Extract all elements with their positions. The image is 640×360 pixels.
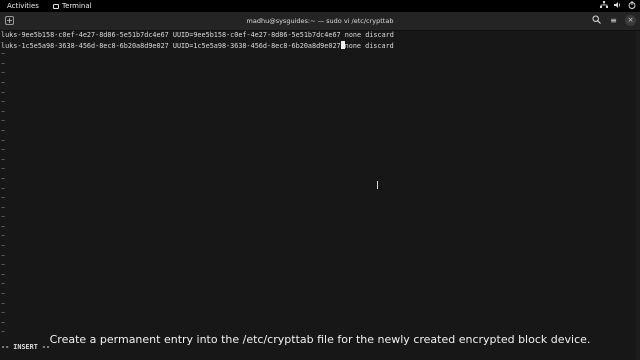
menu-button[interactable]: ≡ — [608, 15, 619, 26]
app-menu[interactable]: Terminal — [53, 2, 92, 10]
empty-line-tilde: ~ — [1, 107, 6, 116]
empty-line-tilde: ~ — [1, 50, 6, 59]
top-bar: Activities Terminal — [0, 0, 640, 12]
empty-line-tilde: ~ — [1, 242, 6, 251]
system-tray[interactable] — [600, 1, 636, 9]
empty-line-tilde: ~ — [1, 88, 6, 97]
empty-line-tilde: ~ — [1, 194, 6, 203]
empty-line-tilde: ~ — [1, 146, 6, 155]
empty-lines: ~ ~ ~ ~ ~ ~ ~ ~ ~ ~ ~ ~ ~ ~ ~ ~ ~ ~ ~ ~ ~ ~ ~ ~ ~ ~ ~ ~ ~ ~ — [0, 50, 640, 338]
empty-line-tilde: ~ — [1, 78, 6, 87]
empty-line-tilde: ~ — [1, 280, 6, 289]
empty-line-tilde: ~ — [1, 270, 6, 279]
empty-line-tilde: ~ — [1, 98, 6, 107]
terminal-content[interactable]: luks-9ee5b158-c0ef-4e27-8d86-5e51b7dc4e6… — [0, 31, 640, 360]
empty-line-tilde: ~ — [1, 213, 6, 222]
crypttab-line-2: luks-1c5e5a98-3638-456d-8ec8-6b20a8d9e02… — [0, 40, 640, 51]
empty-line-tilde: ~ — [1, 117, 6, 126]
scrollbar[interactable] — [636, 31, 640, 360]
volume-icon — [614, 2, 621, 8]
terminal-icon — [53, 3, 59, 9]
close-button[interactable]: × — [625, 15, 636, 26]
empty-line-tilde: ~ — [1, 136, 6, 145]
empty-line-tilde: ~ — [1, 155, 6, 164]
tutorial-caption: Create a permanent entry into the /etc/c… — [49, 333, 591, 346]
empty-line-tilde: ~ — [1, 184, 6, 193]
power-icon — [628, 1, 636, 9]
empty-line-tilde: ~ — [1, 318, 6, 327]
empty-line-tilde: ~ — [1, 69, 6, 78]
empty-line-tilde: ~ — [1, 309, 6, 318]
empty-line-tilde: ~ — [1, 59, 6, 68]
search-icon — [592, 15, 601, 24]
terminal-headerbar: + madhu@sysguides:~ — sudo vi /etc/crypt… — [0, 12, 640, 31]
network-icon — [600, 1, 608, 8]
new-tab-button[interactable]: + — [5, 16, 14, 25]
empty-line-tilde: ~ — [1, 299, 6, 308]
empty-line-tilde: ~ — [1, 290, 6, 299]
search-button[interactable] — [591, 15, 602, 26]
crypttab-line-1: luks-9ee5b158-c0ef-4e27-8d86-5e51b7dc4e6… — [1, 31, 394, 39]
line-2-trailing: none discard — [344, 41, 394, 50]
line-2-text: luks-1c5e5a98-3638-456d-8ec8-6b20a8d9e02… — [1, 41, 341, 50]
empty-line-tilde: ~ — [1, 203, 6, 212]
empty-line-tilde: ~ — [1, 165, 6, 174]
window-title: madhu@sysguides:~ — sudo vi /etc/cryptta… — [246, 17, 394, 25]
mouse-ibeam-cursor — [377, 181, 380, 189]
empty-line-tilde: ~ — [1, 174, 6, 183]
empty-line-tilde: ~ — [1, 126, 6, 135]
empty-line-tilde: ~ — [1, 232, 6, 241]
app-menu-label: Terminal — [62, 2, 92, 10]
empty-line-tilde: ~ — [1, 251, 6, 260]
activities-button[interactable]: Activities — [0, 2, 47, 10]
empty-line-tilde: ~ — [1, 222, 6, 231]
empty-line-tilde: ~ — [1, 261, 6, 270]
